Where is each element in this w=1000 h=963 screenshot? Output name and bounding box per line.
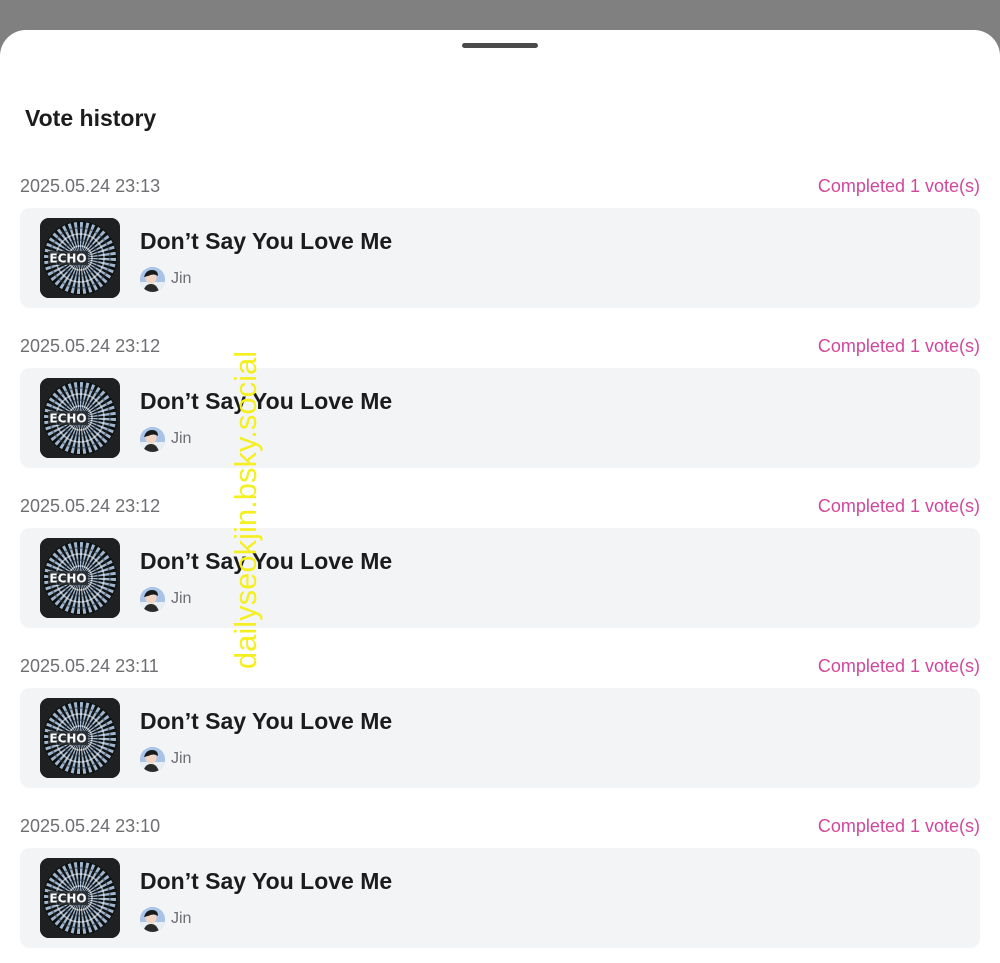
vote-timestamp: 2025.05.24 23:12	[20, 336, 161, 356]
entry-meta: 2025.05.24 23:10 Completed 1 vote(s)	[20, 812, 980, 840]
song-card[interactable]: ECHO Don’t Say You Love Me Jin	[20, 208, 980, 308]
album-art-image: ECHO	[40, 858, 120, 938]
song-card[interactable]: ECHO Don’t Say You Love Me Jin	[20, 848, 980, 948]
album-art: ECHO	[40, 378, 120, 458]
vote-status: Completed 1 vote(s)	[817, 176, 980, 196]
svg-text:ECHO: ECHO	[49, 252, 86, 266]
album-art-image: ECHO	[40, 218, 120, 298]
artist-name: Jin	[171, 270, 192, 287]
history-entry: 2025.05.24 23:10 Completed 1 vote(s) ECH…	[20, 812, 980, 963]
song-card[interactable]: ECHO Don’t Say You Love Me Jin	[20, 688, 980, 788]
entry-meta: 2025.05.24 23:11 Completed 1 vote(s)	[20, 652, 980, 680]
artist-avatar	[140, 747, 165, 772]
song-title: Don’t Say You Love Me	[140, 708, 393, 734]
vote-timestamp: 2025.05.24 23:11	[20, 656, 159, 676]
vote-status: Completed 1 vote(s)	[817, 496, 980, 516]
history-entry: 2025.05.24 23:12 Completed 1 vote(s) ECH…	[20, 492, 980, 652]
svg-text:ECHO: ECHO	[49, 892, 86, 906]
artist-avatar	[140, 267, 165, 292]
album-art: ECHO	[40, 218, 120, 298]
artist-name: Jin	[171, 910, 192, 927]
history-entry: 2025.05.24 23:12 Completed 1 vote(s) ECH…	[20, 332, 980, 492]
artist-name: Jin	[171, 430, 192, 447]
sheet-title: Vote history	[25, 105, 157, 131]
song-title: Don’t Say You Love Me	[140, 228, 393, 254]
entry-meta: 2025.05.24 23:12 Completed 1 vote(s)	[20, 332, 980, 360]
artist-avatar	[140, 907, 165, 932]
artist-name: Jin	[171, 590, 192, 607]
history-entry: 2025.05.24 23:11 Completed 1 vote(s) ECH…	[20, 652, 980, 812]
vote-timestamp: 2025.05.24 23:10	[20, 816, 161, 836]
artist-avatar	[140, 427, 165, 452]
history-entry: 2025.05.24 23:13 Completed 1 vote(s) ECH…	[20, 172, 980, 332]
vote-timestamp: 2025.05.24 23:13	[20, 176, 161, 196]
sheet-grabber-handle[interactable]	[462, 43, 538, 48]
svg-text:ECHO: ECHO	[49, 732, 86, 746]
svg-text:ECHO: ECHO	[49, 572, 86, 586]
artist-avatar	[140, 587, 165, 612]
song-title: Don’t Say You Love Me	[140, 548, 393, 574]
vote-history-list: 2025.05.24 23:13 Completed 1 vote(s) ECH…	[20, 172, 980, 963]
entry-meta: 2025.05.24 23:12 Completed 1 vote(s)	[20, 492, 980, 520]
svg-text:ECHO: ECHO	[49, 412, 86, 426]
song-card[interactable]: ECHO Don’t Say You Love Me Jin	[20, 368, 980, 468]
artist-name: Jin	[171, 750, 192, 767]
album-art: ECHO	[40, 858, 120, 938]
album-art: ECHO	[40, 538, 120, 618]
entry-meta: 2025.05.24 23:13 Completed 1 vote(s)	[20, 172, 980, 200]
vote-status: Completed 1 vote(s)	[817, 656, 980, 676]
vote-status: Completed 1 vote(s)	[817, 336, 980, 356]
song-card[interactable]: ECHO Don’t Say You Love Me Jin	[20, 528, 980, 628]
album-art: ECHO	[40, 698, 120, 778]
song-title: Don’t Say You Love Me	[140, 868, 393, 894]
album-art-image: ECHO	[40, 698, 120, 778]
song-title: Don’t Say You Love Me	[140, 388, 393, 414]
vote-timestamp: 2025.05.24 23:12	[20, 496, 161, 516]
album-art-image: ECHO	[40, 538, 120, 618]
vote-status: Completed 1 vote(s)	[817, 816, 980, 836]
vote-history-sheet: Vote history 2025.05.24 23:13 Completed …	[0, 30, 1000, 963]
album-art-image: ECHO	[40, 378, 120, 458]
